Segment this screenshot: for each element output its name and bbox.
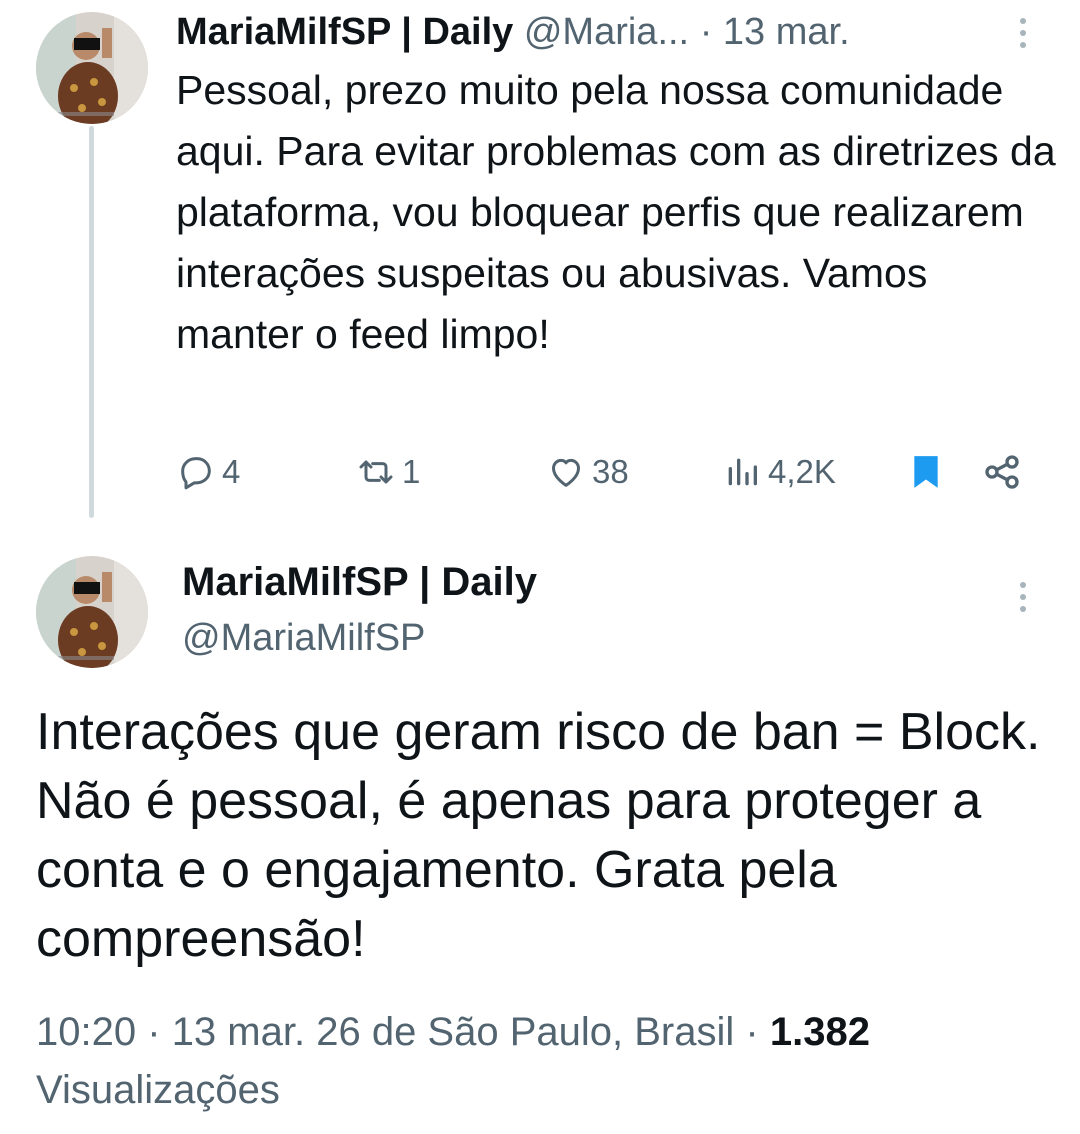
separator: · <box>147 1010 161 1054</box>
tweet-date[interactable]: 13 mar. <box>723 11 850 53</box>
bookmark-button[interactable] <box>906 446 946 498</box>
repost-button[interactable]: 1 <box>356 446 420 498</box>
reply-count: 4 <box>222 453 241 490</box>
display-name[interactable]: MariaMilfSP | Daily <box>182 556 537 608</box>
tweet-location: de São Paulo, Brasil <box>371 1010 735 1054</box>
views-count: 1.382 <box>769 1010 870 1054</box>
reply-icon <box>176 452 216 492</box>
bookmark-icon <box>906 452 946 492</box>
separator: · <box>745 1010 759 1054</box>
tweet-actions: 4 1 38 4,2K <box>176 446 1056 498</box>
avatar[interactable] <box>36 556 148 668</box>
reply-button[interactable]: 4 <box>176 446 240 498</box>
tweet-time[interactable]: 10:20 <box>36 1010 136 1054</box>
display-name[interactable]: MariaMilfSP | Daily <box>176 11 513 53</box>
like-count: 38 <box>592 453 629 490</box>
tweet-text: Pessoal, prezo muito pela nossa comunida… <box>176 67 1056 357</box>
avatar[interactable] <box>36 12 148 124</box>
thread-line <box>89 126 94 518</box>
views-icon <box>722 452 762 492</box>
share-icon <box>982 452 1022 492</box>
share-button[interactable] <box>982 446 1022 498</box>
views-label: Visualizações <box>36 1068 280 1112</box>
like-button[interactable]: 38 <box>546 446 629 498</box>
views-button[interactable]: 4,2K <box>722 446 836 498</box>
repost-icon <box>356 452 396 492</box>
more-icon[interactable] <box>1016 18 1030 48</box>
separator: · <box>699 11 713 53</box>
tweet-date[interactable]: 13 mar. 26 <box>172 1010 361 1054</box>
more-icon[interactable] <box>1016 582 1030 612</box>
repost-count: 1 <box>402 453 421 490</box>
views-count: 4,2K <box>768 453 836 490</box>
handle[interactable]: @MariaMilfSP <box>182 612 425 664</box>
handle[interactable]: @Maria... <box>524 11 689 53</box>
like-icon <box>546 452 586 492</box>
tweet-header: MariaMilfSP | Daily @Maria... · 13 mar. <box>176 6 996 58</box>
tweet-text: Interações que geram risco de ban = Bloc… <box>36 703 1041 968</box>
tweet-metadata: 10:20 · 13 mar. 26 de São Paulo, Brasil … <box>36 1003 1046 1119</box>
